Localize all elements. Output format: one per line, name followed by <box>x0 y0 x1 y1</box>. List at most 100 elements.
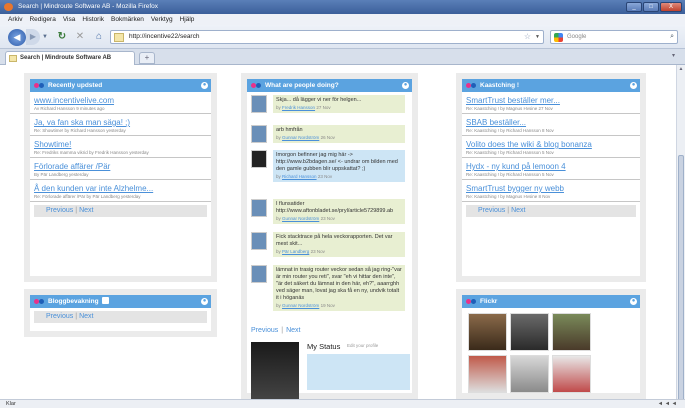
post-byline: by Gunnar Nordström 26 Nov <box>276 134 402 141</box>
avatar[interactable] <box>251 150 267 168</box>
post-text: arb hmfrån <box>276 127 303 133</box>
back-button[interactable]: ◀ <box>8 29 26 46</box>
author-link[interactable]: Gunnar Nordström <box>282 216 319 221</box>
feed-link[interactable]: Ja, va fan ska man säga! ;) <box>34 118 207 127</box>
menu-hjalp[interactable]: Hjälp <box>180 14 195 25</box>
history-dropdown-icon[interactable]: ▼ <box>41 29 49 45</box>
avatar[interactable] <box>251 125 267 143</box>
author-link[interactable]: Gunnar Nordström <box>282 303 319 308</box>
menu-redigera[interactable]: Redigera <box>29 14 55 25</box>
post-text: Imorgon befinner jag mig här -> http://w… <box>276 152 398 172</box>
widget-kaastching: Kaastching ! ● SmartTrust beställer mer.… <box>456 73 646 282</box>
feed-meta: Re: Kaastching ! by Magnus Hvsine 8 Nov <box>466 194 551 199</box>
menu-arkiv[interactable]: Arkiv <box>8 14 22 25</box>
new-tab-button[interactable]: + <box>139 52 155 64</box>
feed-link[interactable]: Hydx - ny kund på lemoon 4 <box>466 162 636 171</box>
menu-visa[interactable]: Visa <box>63 14 76 25</box>
forward-button[interactable]: ▶ <box>26 29 40 45</box>
pager-separator: | <box>75 313 78 320</box>
post-text: Skja... då lägger vi ner för helgen... <box>276 97 362 103</box>
feed-icon[interactable] <box>101 297 109 304</box>
author-link[interactable]: Pär Landberg <box>282 249 309 254</box>
feed-link[interactable]: Å den kunden var inte Alzhelme... <box>34 184 207 193</box>
previous-link[interactable]: Previous <box>46 207 73 214</box>
scroll-up-icon[interactable]: ▲ <box>677 66 685 72</box>
stop-icon[interactable]: ✕ <box>74 29 86 45</box>
close-button[interactable]: X <box>660 2 682 12</box>
widget-title: Recently updsted <box>48 82 103 89</box>
author-link[interactable]: Gunnar Nordström <box>282 135 319 140</box>
reload-icon[interactable]: ↻ <box>56 29 68 45</box>
widget-toggle-icon[interactable]: ● <box>402 82 409 89</box>
feed-link[interactable]: Förlorade affärer /Pär <box>34 162 207 171</box>
feed-link[interactable]: Showtime! <box>34 140 207 149</box>
status-box[interactable] <box>307 354 410 390</box>
status-post: arb hmfrån by Gunnar Nordström 26 Nov <box>251 125 408 147</box>
feed-link[interactable]: SmartTrust bygger ny webb <box>466 184 636 193</box>
list-item: Showtime! Re: Fredriks mamma vikrid by F… <box>30 136 211 158</box>
feed-link[interactable]: SBAB beställer... <box>466 118 636 127</box>
author-link[interactable]: Fredrik Hansson <box>282 105 315 110</box>
next-link[interactable]: Next <box>286 327 300 334</box>
tab-list-icon[interactable]: ▾ <box>672 52 675 59</box>
next-link[interactable]: Next <box>79 207 93 214</box>
menu-bokmarken[interactable]: Bokmärken <box>111 14 144 25</box>
by-label: by <box>276 249 281 254</box>
next-link[interactable]: Next <box>79 313 93 320</box>
avatar[interactable] <box>251 265 267 283</box>
flickr-photo[interactable] <box>552 355 591 393</box>
tab-search[interactable]: Search | Mindroute Software AB <box>5 51 135 65</box>
widget-recently-updated: Recently updsted ● www.incentivelive.com… <box>24 73 217 282</box>
scrollbar-thumb[interactable] <box>678 155 684 405</box>
vertical-scrollbar[interactable]: ▲ <box>676 65 685 405</box>
flickr-photo[interactable] <box>510 313 549 351</box>
widget-toggle-icon[interactable]: ● <box>201 298 208 305</box>
avatar[interactable] <box>251 199 267 217</box>
post-bubble: arb hmfrån by Gunnar Nordström 26 Nov <box>273 125 405 143</box>
next-link[interactable]: Next <box>511 207 525 214</box>
minimize-button[interactable]: _ <box>626 2 642 12</box>
feed-meta: Re: Kaastching ! by Richard Hansson 5 No… <box>466 172 554 177</box>
widget-bloggbevakning: Bloggbevakning ● Previous | Next <box>24 289 217 337</box>
feed-link[interactable]: Volito does the wiki & blog bonanza <box>466 140 636 149</box>
widget-logo-icon <box>34 299 45 304</box>
edit-profile-link[interactable]: Edit your profile <box>347 343 378 348</box>
author-link[interactable]: Richard Hansson <box>282 174 317 179</box>
url-text[interactable]: http://incentive22/search <box>129 31 199 43</box>
post-byline: by Richard Hansson 23 Nov <box>276 173 402 180</box>
search-icon[interactable]: ⌕ <box>670 31 674 43</box>
flickr-photo[interactable] <box>468 313 507 351</box>
url-bar[interactable]: http://incentive22/search ☆ ▼ <box>110 30 544 44</box>
search-bar[interactable]: Google ⌕ <box>550 30 678 44</box>
navigation-toolbar: ◀ ▶ ▼ ↻ ✕ ⌂ http://incentive22/search ☆ … <box>0 25 685 49</box>
widget-logo-icon <box>251 83 262 88</box>
maximize-button[interactable]: □ <box>643 2 659 12</box>
flickr-photo[interactable] <box>468 355 507 393</box>
feed-meta: Re: Kaastching ! by Richard Hansson 5 No… <box>466 150 554 155</box>
pager: Previous | Next <box>466 205 636 217</box>
flickr-photo[interactable] <box>552 313 591 351</box>
url-dropdown-icon[interactable]: ▼ <box>535 31 540 43</box>
avatar[interactable] <box>251 232 267 250</box>
search-placeholder[interactable]: Google <box>567 31 586 43</box>
widget-toggle-icon[interactable]: ● <box>630 82 637 89</box>
widget-toggle-icon[interactable]: ● <box>630 298 637 305</box>
avatar[interactable] <box>251 95 267 113</box>
widget-toggle-icon[interactable]: ● <box>201 82 208 89</box>
profile-photo[interactable] <box>251 342 299 399</box>
pager-separator: | <box>281 327 284 334</box>
menu-verktyg[interactable]: Verktyg <box>151 14 173 25</box>
previous-link[interactable]: Previous <box>251 327 278 334</box>
home-icon[interactable]: ⌂ <box>93 29 105 45</box>
window-title: Search | Mindroute Software AB - Mozilla… <box>18 3 159 10</box>
flickr-photo[interactable] <box>510 355 549 393</box>
feed-link[interactable]: www.incentivelive.com <box>34 96 207 105</box>
previous-link[interactable]: Previous <box>46 313 73 320</box>
menu-historik[interactable]: Historik <box>82 14 104 25</box>
previous-link[interactable]: Previous <box>478 207 505 214</box>
widget-logo-icon <box>466 83 477 88</box>
feed-link[interactable]: SmartTrust beställer mer... <box>466 96 636 105</box>
google-icon[interactable] <box>554 33 563 42</box>
feed-meta: Re: Kaastching ! by Magnus Hvsine 27 Nov <box>466 106 553 111</box>
bookmark-star-icon[interactable]: ☆ <box>524 31 531 43</box>
